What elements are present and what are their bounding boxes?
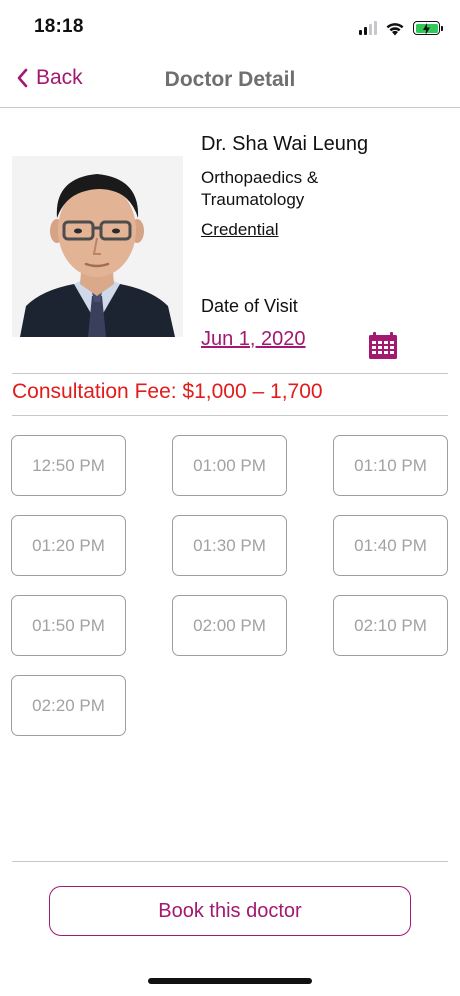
divider — [12, 373, 448, 374]
specialty-line-2: Traumatology — [201, 190, 305, 209]
calendar-icon[interactable] — [368, 330, 398, 360]
divider — [12, 861, 448, 862]
time-slot-grid: 12:50 PM 01:00 PM 01:10 PM 01:20 PM 01:30 PM… — [11, 435, 449, 736]
visit-date-link[interactable]: Jun 1, 2020 — [201, 328, 306, 351]
time-slot-button[interactable]: 01:40 PM — [333, 515, 448, 576]
doctor-name: Dr. Sha Wai Leung — [201, 133, 369, 155]
home-indicator — [148, 978, 312, 984]
consultation-fee: Consultation Fee: $1,000 – 1,700 — [12, 380, 323, 403]
battery-icon — [413, 21, 443, 35]
time-slot-button[interactable]: 01:00 PM — [172, 435, 287, 496]
time-slot-button[interactable]: 02:00 PM — [172, 595, 287, 656]
divider — [12, 415, 448, 416]
time-slot-button[interactable]: 12:50 PM — [11, 435, 126, 496]
time-slot-button[interactable]: 01:50 PM — [11, 595, 126, 656]
time-slot-button[interactable]: 01:20 PM — [11, 515, 126, 576]
wifi-icon — [386, 22, 404, 35]
time-slot-button[interactable]: 01:30 PM — [172, 515, 287, 576]
status-bar: 18:18 — [0, 0, 460, 56]
book-doctor-button[interactable]: Book this doctor — [49, 886, 411, 936]
doctor-photo — [12, 156, 183, 337]
time-slot-button[interactable]: 01:10 PM — [333, 435, 448, 496]
credential-link[interactable]: Credential — [201, 220, 279, 240]
navigation-bar: Back Doctor Detail — [0, 56, 460, 108]
page-title: Doctor Detail — [164, 68, 296, 91]
specialty-line-1: Orthopaedics & — [201, 168, 319, 187]
time-slot-button[interactable]: 02:10 PM — [333, 595, 448, 656]
cellular-signal-icon — [359, 21, 377, 35]
status-icons — [359, 17, 443, 39]
date-of-visit-label: Date of Visit — [201, 296, 298, 316]
doctor-specialty: Orthopaedics & Traumatology — [201, 167, 401, 211]
time-slot-button[interactable]: 02:20 PM — [11, 675, 126, 736]
status-time: 18:18 — [34, 16, 84, 37]
